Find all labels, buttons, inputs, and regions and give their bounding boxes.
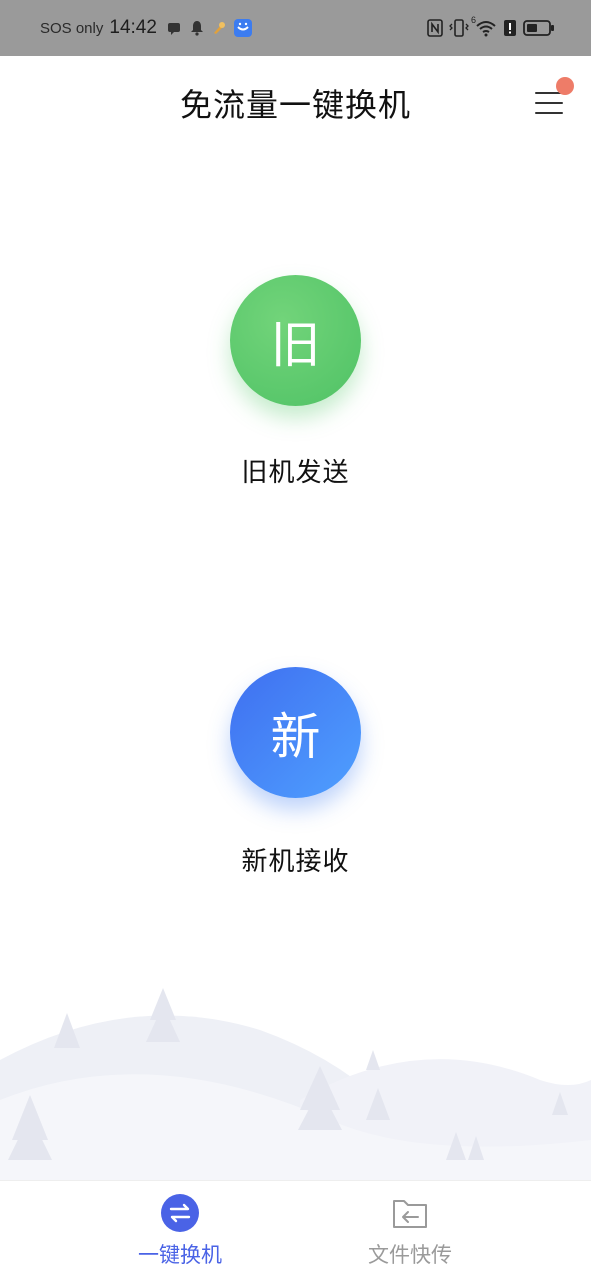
old-phone-send-label[interactable]: 旧机发送 <box>0 452 591 489</box>
status-left: SOS only 14:42 <box>40 0 253 56</box>
clock-time: 14:42 <box>109 17 157 38</box>
page-title: 免流量一键换机 <box>179 86 411 124</box>
new-phone-receive-label[interactable]: 新机接收 <box>0 841 591 878</box>
wifi-generation-label: 6 <box>471 15 477 25</box>
nfc-icon <box>427 19 443 37</box>
old-phone-send-button[interactable]: 旧 <box>230 275 361 406</box>
tab-label: 文件快传 <box>368 1243 452 1267</box>
carrier-text: SOS only <box>40 19 104 37</box>
message-icon <box>167 20 183 36</box>
bell-icon <box>189 20 205 36</box>
wifi-icon: 6 <box>471 15 497 37</box>
brush-icon <box>211 20 227 36</box>
menu-line <box>535 102 563 104</box>
tab-one-click-switch[interactable]: 一键换机 <box>100 1181 260 1280</box>
tab-file-transfer[interactable]: 文件快传 <box>330 1181 490 1280</box>
vibrate-icon <box>449 19 469 37</box>
folder-arrow-icon <box>390 1193 430 1233</box>
bottom-navigation: 一键换机 文件快传 <box>0 1180 591 1280</box>
app-badge-icon <box>233 18 253 38</box>
new-phone-receive-button[interactable]: 新 <box>230 667 361 798</box>
alert-icon <box>503 19 517 37</box>
new-glyph: 新 <box>270 707 321 766</box>
menu-line <box>535 112 563 114</box>
notification-dot <box>556 77 574 95</box>
status-bar: SOS only 14:42 6 <box>0 0 591 56</box>
notification-icons <box>167 18 253 38</box>
tab-label: 一键换机 <box>138 1243 222 1267</box>
hills-illustration <box>0 980 591 1180</box>
status-right: 6 <box>427 0 555 56</box>
old-glyph: 旧 <box>270 315 321 374</box>
battery-icon <box>523 19 555 37</box>
swap-arrows-icon <box>160 1193 200 1233</box>
